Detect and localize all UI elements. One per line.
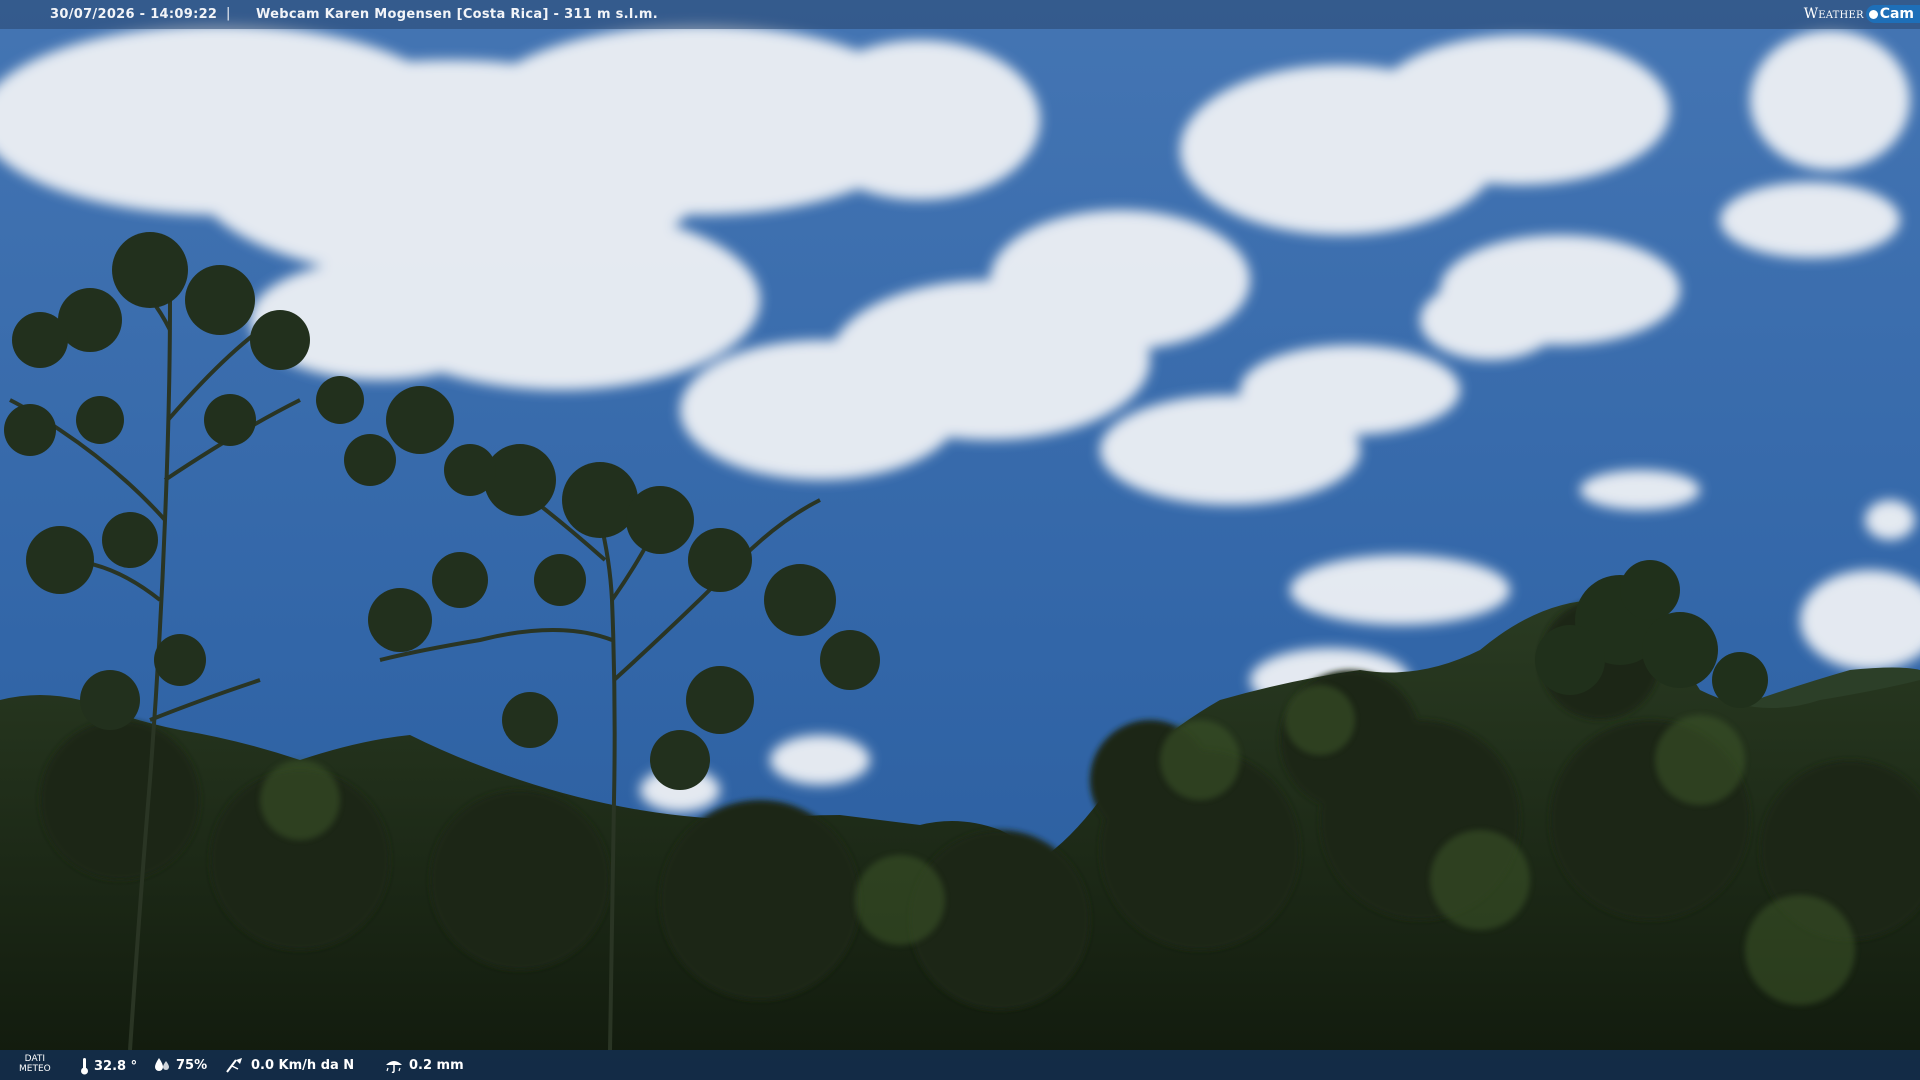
- logo-word-cam: Cam: [1879, 6, 1914, 22]
- weather-data-label-line2: METEO: [19, 1064, 51, 1074]
- header-bar: 30/07/2026 - 14:09:22 | Webcam Karen Mog…: [0, 0, 1920, 29]
- temperature-reading: 32.8 °: [80, 1057, 137, 1075]
- wind-value: 0.0 Km/h da N: [251, 1057, 355, 1073]
- header-separator: |: [226, 6, 231, 21]
- rain-reading: 0.2 mm: [384, 1057, 464, 1073]
- weather-data-label: DATI METEO: [19, 1054, 51, 1074]
- logo-dot-icon: [1868, 9, 1878, 19]
- wind-reading: 0.0 Km/h da N: [226, 1057, 354, 1073]
- wind-icon: [226, 1058, 242, 1073]
- temperature-value: 32.8 °: [94, 1058, 138, 1074]
- humidity-value: 75%: [176, 1057, 208, 1073]
- weathercam-logo[interactable]: Weather Cam: [1804, 2, 1920, 26]
- logo-word-weather: Weather: [1803, 6, 1864, 22]
- logo-cam-badge: Cam: [1865, 5, 1920, 23]
- humidity-reading: 75%: [153, 1057, 207, 1073]
- humidity-drop-icon: [155, 1058, 169, 1071]
- rain-icon: [386, 1061, 402, 1073]
- webcam-image: [0, 0, 1920, 1080]
- weather-data-bar: DATI METEO 32.8 ° 75% 0.0 Km/h da N 0.2 …: [0, 1050, 1920, 1080]
- webcam-title: Webcam Karen Mogensen [Costa Rica] - 311…: [256, 7, 658, 22]
- thermometer-icon: [81, 1058, 88, 1075]
- timestamp: 30/07/2026 - 14:09:22: [50, 7, 218, 22]
- weather-data-label-line1: DATI: [24, 1054, 46, 1064]
- rain-value: 0.2 mm: [409, 1057, 464, 1073]
